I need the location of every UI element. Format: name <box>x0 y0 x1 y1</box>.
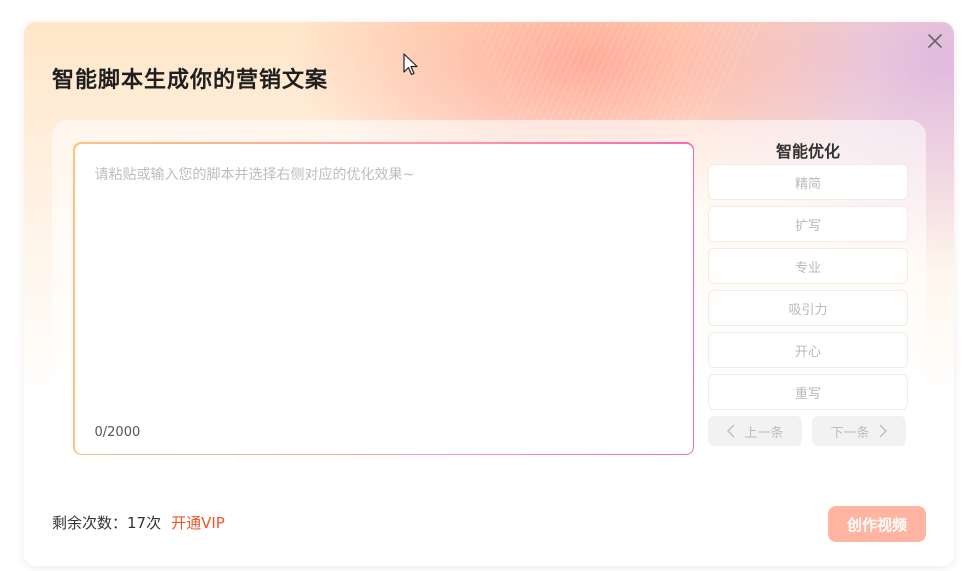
next-label: 下一条 <box>830 425 870 441</box>
script-generator-dialog: 智能脚本生成你的营销文案 请粘贴或输入您的脚本并选择右侧对应的优化效果~ 0/2… <box>24 22 954 566</box>
create-video-button[interactable]: 创作视频 <box>828 506 926 542</box>
chevron-right-icon <box>878 424 887 438</box>
mouse-pointer-icon <box>403 53 418 76</box>
option-rewrite-button[interactable]: 重写 <box>708 374 908 410</box>
footer-info: 剩余次数： 17次 开通VIP <box>52 512 225 533</box>
remaining-label: 剩余次数： <box>52 514 128 532</box>
prev-label: 上一条 <box>744 425 784 441</box>
editor-placeholder: 请粘贴或输入您的脚本并选择右侧对应的优化效果~ <box>94 166 415 183</box>
close-icon[interactable] <box>926 32 944 50</box>
option-concise-button[interactable]: 精简 <box>708 164 908 200</box>
option-professional-button[interactable]: 专业 <box>708 248 908 284</box>
script-editor[interactable]: 请粘贴或输入您的脚本并选择右侧对应的优化效果~ 0/2000 <box>73 142 694 455</box>
open-vip-link[interactable]: 开通VIP <box>171 512 225 533</box>
chevron-left-icon <box>727 424 736 438</box>
remaining-count: 17次 <box>127 514 162 532</box>
content-panel: 请粘贴或输入您的脚本并选择右侧对应的优化效果~ 0/2000 智能优化 精简 扩… <box>52 120 926 470</box>
option-attractive-button[interactable]: 吸引力 <box>708 290 908 326</box>
dialog-title: 智能脚本生成你的营销文案 <box>52 68 329 93</box>
optimize-title: 智能优化 <box>775 142 840 161</box>
option-expand-button[interactable]: 扩写 <box>708 206 908 242</box>
prev-button[interactable]: 上一条 <box>708 416 802 446</box>
character-counter: 0/2000 <box>94 424 141 440</box>
option-happy-button[interactable]: 开心 <box>708 332 908 368</box>
next-button[interactable]: 下一条 <box>812 416 906 446</box>
script-textarea[interactable]: 请粘贴或输入您的脚本并选择右侧对应的优化效果~ 0/2000 <box>74 143 693 454</box>
